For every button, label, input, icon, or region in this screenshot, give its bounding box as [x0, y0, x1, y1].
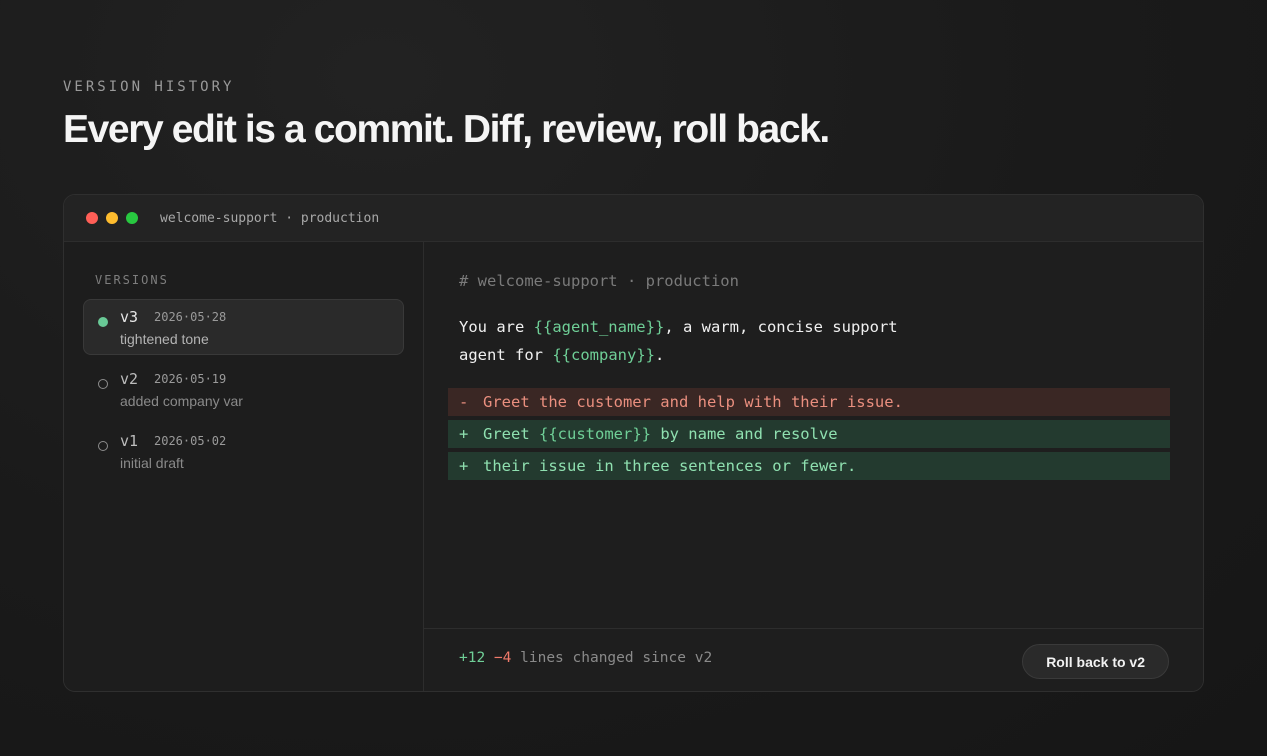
- diff-line-added: + their issue in three sentences or fewer…: [448, 452, 1170, 480]
- diff-plus-sign: +: [459, 457, 469, 475]
- version-item-v3[interactable]: v3 2026·05·28 tightened tone: [83, 299, 404, 355]
- template-variable: {{company}}: [552, 346, 655, 364]
- window-titlebar: welcome-support · production: [64, 195, 1203, 242]
- version-item-v2[interactable]: v2 2026·05·19 added company var: [83, 361, 404, 417]
- change-summary: +12 −4 lines changed since v2: [459, 650, 712, 666]
- diff-text: by name and resolve: [650, 425, 838, 443]
- window-title: welcome-support · production: [160, 210, 380, 226]
- version-date: 2026·05·02: [154, 434, 227, 448]
- version-name: v1: [120, 432, 139, 450]
- code-text: You are: [459, 318, 534, 336]
- version-note: initial draft: [120, 455, 184, 471]
- version-list: v3 2026·05·28 tightened tone v2 2026·05·…: [83, 299, 404, 479]
- template-variable: {{agent_name}}: [533, 318, 665, 336]
- maximize-window-icon[interactable]: [126, 212, 138, 224]
- code-text: agent for: [459, 346, 553, 364]
- versions-heading: VERSIONS: [95, 273, 169, 287]
- version-note: tightened tone: [120, 331, 209, 347]
- version-name: v3: [120, 308, 139, 326]
- version-item-v1[interactable]: v1 2026·05·02 initial draft: [83, 423, 404, 479]
- additions-count: +12: [459, 650, 486, 666]
- diff-text: their issue in three sentences or fewer.: [483, 457, 857, 475]
- page-title: Every edit is a commit. Diff, review, ro…: [63, 108, 830, 151]
- diff-line-removed: - Greet the customer and help with their …: [448, 388, 1170, 416]
- version-name: v2: [120, 370, 139, 388]
- change-summary-text: lines changed since v2: [511, 650, 713, 666]
- inactive-version-circle-icon: [98, 441, 108, 451]
- version-note: added company var: [120, 393, 243, 409]
- prompt-window: welcome-support · production VERSIONS v3…: [63, 194, 1204, 692]
- prompt-line-2: agent for {{company}}.: [459, 346, 664, 364]
- version-date: 2026·05·19: [154, 372, 227, 386]
- diff-footer: +12 −4 lines changed since v2 Roll back …: [424, 628, 1203, 691]
- inactive-version-circle-icon: [98, 379, 108, 389]
- diff-text: Greet: [483, 425, 539, 443]
- diff-line-added: + Greet {{customer}} by name and resolve: [448, 420, 1170, 448]
- active-version-dot-icon: [98, 317, 108, 327]
- prompt-line-1: You are {{agent_name}}, a warm, concise …: [459, 318, 898, 336]
- code-comment: # welcome-support · production: [459, 272, 739, 290]
- diff-minus-sign: -: [459, 393, 469, 411]
- code-text: .: [654, 346, 665, 364]
- diff-text: Greet the customer and help with their i…: [483, 393, 903, 411]
- eyebrow-label: VERSION HISTORY: [63, 79, 235, 95]
- roll-back-button[interactable]: Roll back to v2: [1022, 644, 1169, 679]
- deletions-count: −4: [493, 650, 512, 666]
- minimize-window-icon[interactable]: [106, 212, 118, 224]
- version-date: 2026·05·28: [154, 310, 227, 324]
- versions-sidebar: VERSIONS v3 2026·05·28 tightened tone v2…: [64, 242, 424, 691]
- template-variable: {{customer}}: [539, 425, 651, 443]
- diff-panel: # welcome-support · production You are {…: [424, 242, 1203, 691]
- diff-plus-sign: +: [459, 425, 469, 443]
- code-text: , a warm, concise support: [664, 318, 898, 336]
- close-window-icon[interactable]: [86, 212, 98, 224]
